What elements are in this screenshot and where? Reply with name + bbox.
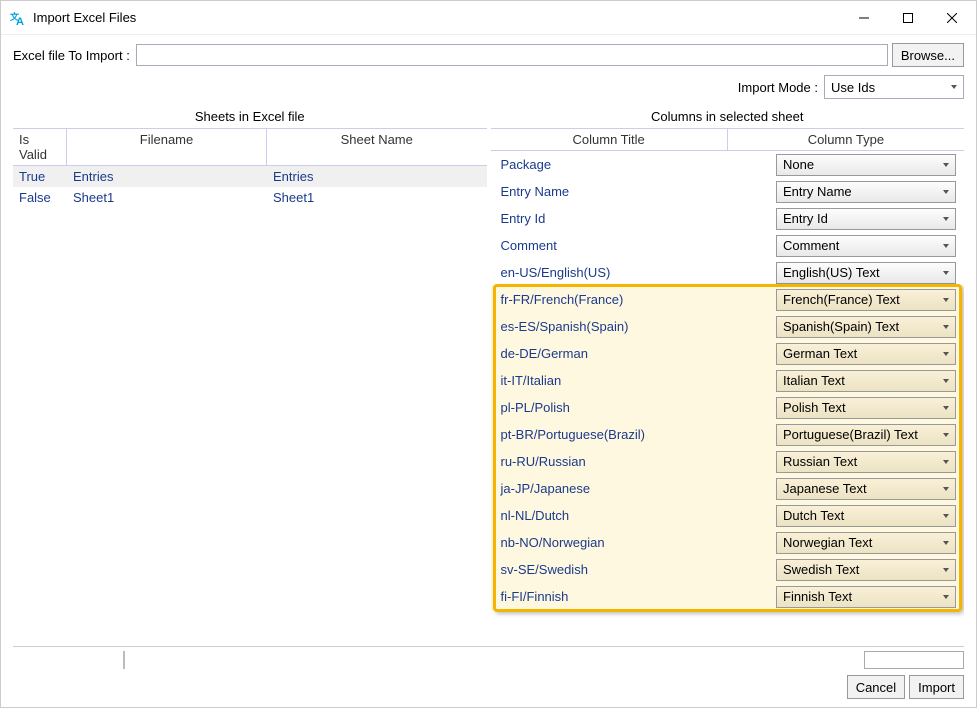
column-row: pl-PL/PolishPolish Text — [491, 394, 965, 421]
column-type-select[interactable]: Entry Id — [776, 208, 956, 230]
svg-text:A: A — [16, 16, 24, 26]
column-title: de-DE/German — [499, 346, 777, 361]
column-title: sv-SE/Swedish — [499, 562, 777, 577]
file-label: Excel file To Import : — [13, 48, 130, 63]
column-type-select[interactable]: Japanese Text — [776, 478, 956, 500]
column-type-select[interactable]: Swedish Text — [776, 559, 956, 581]
column-title: fr-FR/French(France) — [499, 292, 777, 307]
column-type-select[interactable]: Entry Name — [776, 181, 956, 203]
column-row: nb-NO/NorwegianNorwegian Text — [491, 529, 965, 556]
column-row: sv-SE/SwedishSwedish Text — [491, 556, 965, 583]
sheets-header-row: Is Valid Filename Sheet Name — [13, 128, 487, 166]
column-type-select[interactable]: Portuguese(Brazil) Text — [776, 424, 956, 446]
column-type-select[interactable]: German Text — [776, 343, 956, 365]
import-mode-select[interactable]: Use Ids — [824, 75, 964, 99]
column-type-select[interactable]: Finnish Text — [776, 586, 956, 608]
file-row: Excel file To Import : Browse... — [13, 43, 964, 67]
import-excel-window: 文 A Import Excel Files Excel file To Imp… — [0, 0, 977, 708]
minimize-button[interactable] — [842, 3, 886, 33]
column-row: it-IT/ItalianItalian Text — [491, 367, 965, 394]
columns-header-type[interactable]: Column Type — [728, 129, 964, 150]
column-title: it-IT/Italian — [499, 373, 777, 388]
columns-panel: Columns in selected sheet Column Title C… — [491, 105, 965, 642]
column-row: fr-FR/French(France)French(France) Text — [491, 286, 965, 313]
column-type-select[interactable]: Italian Text — [776, 370, 956, 392]
column-title: Comment — [499, 238, 777, 253]
column-title: Entry Id — [499, 211, 777, 226]
window-title: Import Excel Files — [33, 10, 842, 25]
column-title: Package — [499, 157, 777, 172]
column-type-select[interactable]: French(France) Text — [776, 289, 956, 311]
columns-header-title[interactable]: Column Title — [491, 129, 728, 150]
import-mode-label: Import Mode : — [738, 80, 818, 95]
column-type-select[interactable]: Norwegian Text — [776, 532, 956, 554]
column-row: fi-FI/FinnishFinnish Text — [491, 583, 965, 610]
column-title: nl-NL/Dutch — [499, 508, 777, 523]
sheet-valid: False — [13, 188, 67, 207]
sheet-name: Entries — [267, 167, 487, 186]
column-title: fi-FI/Finnish — [499, 589, 777, 604]
column-type-select[interactable]: Spanish(Spain) Text — [776, 316, 956, 338]
close-button[interactable] — [930, 3, 974, 33]
column-row: de-DE/GermanGerman Text — [491, 340, 965, 367]
sheet-row[interactable]: TrueEntriesEntries — [13, 166, 487, 187]
sheet-filename: Sheet1 — [67, 188, 267, 207]
sheets-header-filename[interactable]: Filename — [67, 129, 267, 165]
column-type-select[interactable]: None — [776, 154, 956, 176]
sheet-row[interactable]: FalseSheet1Sheet1 — [13, 187, 487, 208]
column-type-select[interactable]: Dutch Text — [776, 505, 956, 527]
app-icon: 文 A — [9, 9, 27, 27]
columns-header-row: Column Title Column Type — [491, 128, 965, 151]
browse-button[interactable]: Browse... — [892, 43, 964, 67]
sheet-name: Sheet1 — [267, 188, 487, 207]
import-button[interactable]: Import — [909, 675, 964, 699]
column-title: pt-BR/Portuguese(Brazil) — [499, 427, 777, 442]
column-title: nb-NO/Norwegian — [499, 535, 777, 550]
file-path-input[interactable] — [136, 44, 888, 66]
status-bar — [13, 651, 964, 669]
column-row: nl-NL/DutchDutch Text — [491, 502, 965, 529]
sheets-header-sheetname[interactable]: Sheet Name — [267, 129, 487, 165]
column-title: Entry Name — [499, 184, 777, 199]
column-type-select[interactable]: Polish Text — [776, 397, 956, 419]
cancel-button[interactable]: Cancel — [847, 675, 905, 699]
column-row: Entry NameEntry Name — [491, 178, 965, 205]
column-title: es-ES/Spanish(Spain) — [499, 319, 777, 334]
progress-indicator — [864, 651, 964, 669]
column-row: CommentComment — [491, 232, 965, 259]
titlebar: 文 A Import Excel Files — [1, 1, 976, 35]
import-mode-row: Import Mode : Use Ids — [13, 75, 964, 99]
sheet-filename: Entries — [67, 167, 267, 186]
column-title: pl-PL/Polish — [499, 400, 777, 415]
maximize-button[interactable] — [886, 3, 930, 33]
column-row: Entry IdEntry Id — [491, 205, 965, 232]
column-row: es-ES/Spanish(Spain)Spanish(Spain) Text — [491, 313, 965, 340]
sheets-header-valid[interactable]: Is Valid — [13, 129, 67, 165]
columns-panel-title: Columns in selected sheet — [491, 105, 965, 128]
sheets-panel: Sheets in Excel file Is Valid Filename S… — [13, 105, 487, 642]
column-row: ja-JP/JapaneseJapanese Text — [491, 475, 965, 502]
sheets-panel-title: Sheets in Excel file — [13, 105, 487, 128]
column-row: en-US/English(US)English(US) Text — [491, 259, 965, 286]
column-row: ru-RU/RussianRussian Text — [491, 448, 965, 475]
column-row: pt-BR/Portuguese(Brazil)Portuguese(Brazi… — [491, 421, 965, 448]
column-title: ru-RU/Russian — [499, 454, 777, 469]
sheet-valid: True — [13, 167, 67, 186]
column-title: en-US/English(US) — [499, 265, 777, 280]
column-row: PackageNone — [491, 151, 965, 178]
column-type-select[interactable]: English(US) Text — [776, 262, 956, 284]
column-title: ja-JP/Japanese — [499, 481, 777, 496]
column-type-select[interactable]: Comment — [776, 235, 956, 257]
column-type-select[interactable]: Russian Text — [776, 451, 956, 473]
